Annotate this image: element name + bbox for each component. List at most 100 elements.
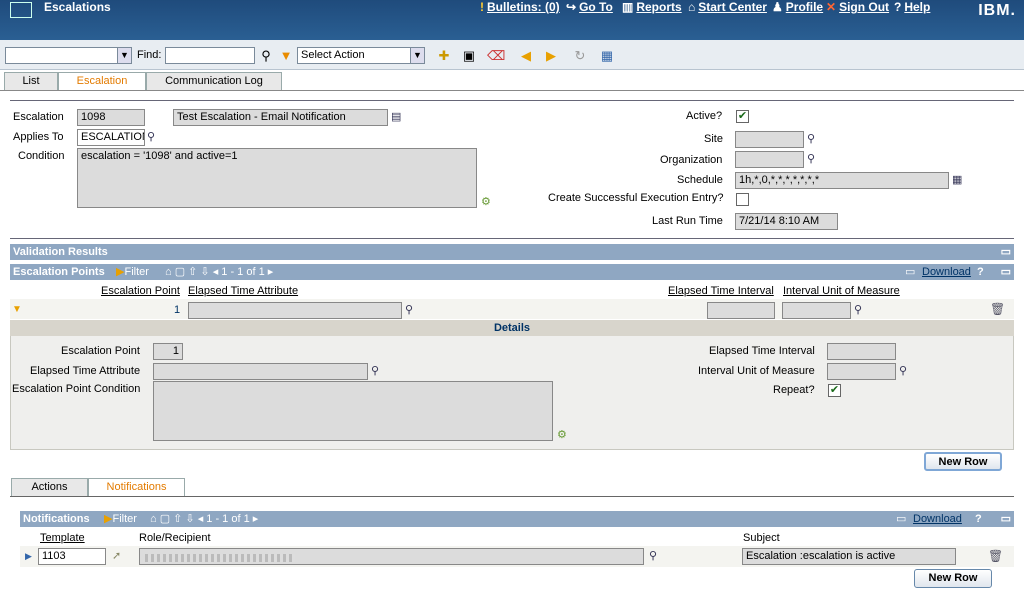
home-icon: ⌂ [688,0,696,14]
nav-goto[interactable]: ↪ Go To [566,0,613,14]
nav-bulletins[interactable]: ! Bulletins: (0) [480,0,560,14]
search-icon[interactable]: ⚲ [854,303,862,316]
select-action[interactable]: Select Action ▼ [297,47,425,64]
new-record-icon[interactable]: ✚ [436,48,452,64]
site-label: Site [704,133,723,145]
detail-condition-label: Escalation Point Condition [12,383,141,395]
detail-point-field[interactable]: 1 [153,343,183,360]
validation-results-header[interactable]: Validation Results ▭ [10,244,1014,260]
detail-eta-field[interactable] [153,363,368,380]
clear-icon[interactable]: ⌫ [487,48,505,64]
condition-field[interactable]: escalation = '1098' and active=1 [77,148,477,208]
description-field[interactable]: Test Escalation - Email Notification [173,109,388,126]
new-row-button[interactable]: New Row [914,569,992,588]
search-icon[interactable]: ⚲ [405,303,413,316]
detail-unit-field[interactable] [827,363,896,380]
find-label: Find: [137,49,162,61]
calendar-icon[interactable]: ▦ [952,173,962,186]
download-link[interactable]: Download [913,511,962,527]
detail-condition-field[interactable] [153,381,553,441]
search-icon[interactable]: ⚲ [807,152,815,165]
tab-communication-log[interactable]: Communication Log [146,72,282,90]
report-icon[interactable]: ▦ [599,48,615,64]
download-link[interactable]: Download [922,264,971,280]
trash-icon[interactable]: 🗑 [988,549,1003,563]
filter-button[interactable]: ▶Filter [116,264,149,280]
trash-icon[interactable]: 🗑 [990,302,1005,316]
tab-escalation[interactable]: Escalation [58,72,146,91]
detail-repeat-label: Repeat? [773,384,815,396]
expression-builder-icon[interactable]: ⚙ [481,195,491,208]
nav-help[interactable]: ? Help [894,0,930,14]
previous-icon[interactable]: ◀ [518,48,534,64]
col-interval-unit[interactable]: Interval Unit of Measure [783,285,900,297]
find-input[interactable] [165,47,255,64]
collapse-icon[interactable]: ▭ [1001,511,1011,527]
search-icon[interactable]: ⚲ [649,549,657,562]
search-icon[interactable]: ⚲ [899,364,907,377]
row-unit-field[interactable] [782,302,851,319]
col-elapsed-time-attribute[interactable]: Elapsed Time Attribute [188,285,298,297]
col-subject: Subject [743,532,780,544]
escalation-label: Escalation [13,111,64,123]
table-help-icon[interactable]: ? [975,511,982,527]
download-icon[interactable]: ▭ [905,264,915,280]
filter-button[interactable]: ▶Filter [104,511,137,527]
col-elapsed-time-interval[interactable]: Elapsed Time Interval [668,285,774,297]
collapse-icon[interactable]: ▭ [1001,244,1011,260]
go-to-icon[interactable]: ➚ [112,549,121,562]
app-title: Escalations [44,0,111,14]
schedule-field[interactable]: 1h,*,0,*,*,*,*,*,*,* [735,172,949,189]
next-icon[interactable]: ▶ [543,48,559,64]
tab-list[interactable]: List [4,72,58,90]
subject-field[interactable]: Escalation :escalation is active [742,548,956,565]
reports-icon: ▥ [622,0,634,14]
create-entry-checkbox[interactable] [736,193,749,206]
expression-builder-icon[interactable]: ⚙ [557,428,567,441]
download-icon[interactable]: ▭ [896,511,906,527]
collapse-icon[interactable]: ▭ [1001,264,1011,280]
refresh-icon[interactable]: ↻ [572,48,588,64]
detail-unit-label: Interval Unit of Measure [698,365,815,377]
profile-icon: ♟ [772,0,783,14]
col-role-recipient: Role/Recipient [139,532,211,544]
escalation-field[interactable]: 1098 [77,109,145,126]
query-select[interactable]: ▼ [5,47,132,64]
table-help-icon[interactable]: ? [977,264,984,280]
binoculars-icon[interactable]: ⚲ [258,48,274,64]
form-divider [10,238,1014,239]
create-entry-label: Create Successful Execution Entry? [548,192,724,204]
search-icon[interactable]: ⚲ [147,130,155,143]
row-collapse-icon[interactable]: ▼ [12,304,22,315]
save-icon[interactable]: ▣ [461,48,477,64]
new-row-button[interactable]: New Row [924,452,1002,471]
nav-reports[interactable]: ▥ Reports [622,0,682,14]
row-interval-field[interactable] [707,302,775,319]
long-description-icon[interactable]: ▤ [391,110,401,123]
table-row[interactable] [10,299,1014,319]
search-icon[interactable]: ⚲ [371,364,379,377]
repeat-checkbox[interactable]: ✔ [828,384,841,397]
search-icon[interactable]: ⚲ [807,132,815,145]
recipient-field[interactable] [139,548,644,565]
detail-interval-label: Elapsed Time Interval [709,345,815,357]
detail-interval-field[interactable] [827,343,896,360]
help-icon: ? [894,0,902,14]
last-run-label: Last Run Time [652,215,723,227]
tab-notifications[interactable]: Notifications [88,478,185,497]
col-template[interactable]: Template [40,532,85,544]
nav-profile[interactable]: ♟ Profile [772,0,823,14]
row-expand-icon[interactable]: ▶ [25,551,32,562]
organization-field[interactable] [735,151,804,168]
recipient-redacted [145,554,295,562]
site-field[interactable] [735,131,804,148]
applies-to-field[interactable]: ESCALATION [77,129,145,146]
row-elapsed-attr-field[interactable] [188,302,402,319]
col-escalation-point[interactable]: Escalation Point [101,285,180,297]
nav-start-center[interactable]: ⌂ Start Center [688,0,767,14]
nav-sign-out[interactable]: ✕ Sign Out [826,0,889,14]
tab-actions[interactable]: Actions [11,478,88,496]
notifications-header: Notifications ▶Filter ⌂ ▢ ⇧ ⇩ ◂ 1 - 1 of… [20,511,1014,527]
template-field[interactable]: 1103 [38,548,106,565]
active-checkbox[interactable]: ✔ [736,110,749,123]
